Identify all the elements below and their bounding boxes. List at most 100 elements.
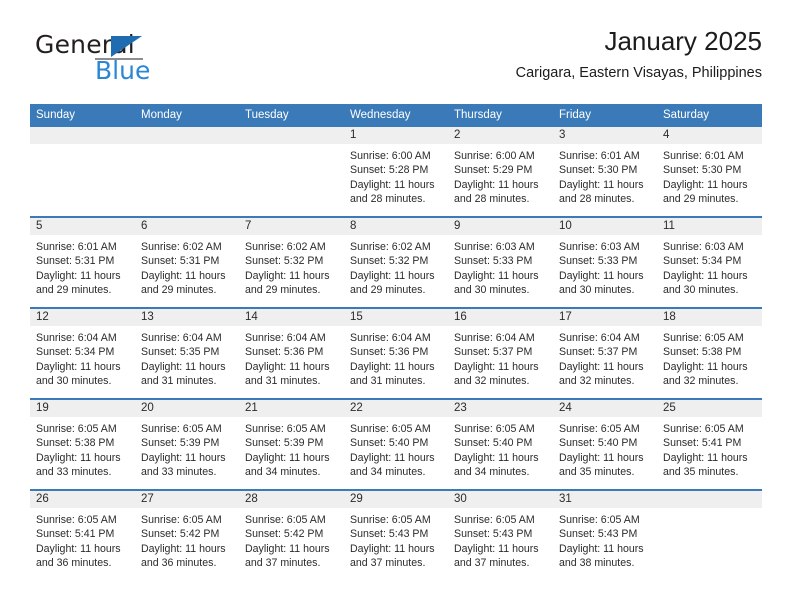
day-number: 26 <box>30 491 135 508</box>
day-cell-23[interactable]: 23 Sunrise: 6:05 AM Sunset: 5:40 PM Dayligh… <box>448 400 553 489</box>
calendar-day-cell: 31 Sunrise: 6:05 AM Sunset: 5:43 PM Dayligh… <box>553 489 657 580</box>
day-cell-21[interactable]: 21 Sunrise: 6:05 AM Sunset: 5:39 PM Dayligh… <box>239 400 344 489</box>
day-cell-17[interactable]: 17 Sunrise: 6:04 AM Sunset: 5:37 PM Dayligh… <box>553 309 657 398</box>
daylight-text: Daylight: 11 hours and 33 minutes. <box>141 451 226 479</box>
general-blue-logo[interactable]: General Blue <box>35 30 265 92</box>
calendar-day-cell: 2 Sunrise: 6:00 AM Sunset: 5:29 PM Daylight… <box>448 127 553 217</box>
day-cell-24[interactable]: 24 Sunrise: 6:05 AM Sunset: 5:40 PM Dayligh… <box>553 400 657 489</box>
daylight-text: Daylight: 11 hours and 35 minutes. <box>559 451 644 479</box>
day-cell-3[interactable]: 3 Sunrise: 6:01 AM Sunset: 5:30 PM Daylight… <box>553 127 657 216</box>
day-number: 20 <box>135 400 239 417</box>
sunset-text: Sunset: 5:30 PM <box>559 164 638 177</box>
day-number: 7 <box>239 218 344 235</box>
sunrise-text: Sunrise: 6:03 AM <box>663 241 744 253</box>
calendar-day-cell: 29 Sunrise: 6:05 AM Sunset: 5:43 PM Dayligh… <box>344 489 448 580</box>
daylight-text: Daylight: 11 hours and 38 minutes. <box>559 542 644 570</box>
day-cell-6[interactable]: 6 Sunrise: 6:02 AM Sunset: 5:31 PM Daylight… <box>135 218 239 307</box>
calendar-day-cell: 23 Sunrise: 6:05 AM Sunset: 5:40 PM Dayligh… <box>448 398 553 490</box>
daylight-text: Daylight: 11 hours and 31 minutes. <box>350 360 435 388</box>
calendar-week-row: 1 Sunrise: 6:00 AM Sunset: 5:28 PM Daylight… <box>30 127 762 217</box>
day-cell-30[interactable]: 30 Sunrise: 6:05 AM Sunset: 5:43 PM Dayligh… <box>448 491 553 580</box>
day-cell-5[interactable]: 5 Sunrise: 6:01 AM Sunset: 5:31 PM Daylight… <box>30 218 135 307</box>
day-sun-info: Sunrise: 6:05 AM Sunset: 5:42 PM Daylight:… <box>239 508 344 571</box>
day-cell-25[interactable]: 25 Sunrise: 6:05 AM Sunset: 5:41 PM Dayligh… <box>657 400 762 489</box>
day-number: 15 <box>344 309 448 326</box>
day-cell-14[interactable]: 14 Sunrise: 6:04 AM Sunset: 5:36 PM Dayligh… <box>239 309 344 398</box>
calendar-day-cell <box>30 127 135 217</box>
day-cell-2[interactable]: 2 Sunrise: 6:00 AM Sunset: 5:29 PM Daylight… <box>448 127 553 216</box>
day-number: 25 <box>657 400 762 417</box>
day-sun-info: Sunrise: 6:04 AM Sunset: 5:34 PM Daylight:… <box>30 326 135 389</box>
sunrise-text: Sunrise: 6:03 AM <box>454 241 535 253</box>
daylight-text: Daylight: 11 hours and 30 minutes. <box>36 360 121 388</box>
sunrise-text: Sunrise: 6:03 AM <box>559 241 640 253</box>
calendar-grid: Sunday Monday Tuesday Wednesday Thursday Frid… <box>30 104 762 580</box>
day-cell-13[interactable]: 13 Sunrise: 6:04 AM Sunset: 5:35 PM Dayligh… <box>135 309 239 398</box>
day-sun-info: Sunrise: 6:05 AM Sunset: 5:41 PM Daylight:… <box>657 417 762 480</box>
calendar-day-cell: 5 Sunrise: 6:01 AM Sunset: 5:31 PM Daylight… <box>30 216 135 308</box>
day-sun-info: Sunrise: 6:05 AM Sunset: 5:41 PM Daylight:… <box>30 508 135 571</box>
day-cell-1[interactable]: 1 Sunrise: 6:00 AM Sunset: 5:28 PM Daylight… <box>344 127 448 216</box>
calendar-day-cell: 28 Sunrise: 6:05 AM Sunset: 5:42 PM Dayligh… <box>239 489 344 580</box>
day-sun-info: Sunrise: 6:05 AM Sunset: 5:39 PM Daylight:… <box>239 417 344 480</box>
sunrise-text: Sunrise: 6:05 AM <box>245 423 326 435</box>
day-cell-4[interactable]: 4 Sunrise: 6:01 AM Sunset: 5:30 PM Daylight… <box>657 127 762 216</box>
day-sun-info: Sunrise: 6:05 AM Sunset: 5:40 PM Daylight:… <box>344 417 448 480</box>
day-cell-8[interactable]: 8 Sunrise: 6:02 AM Sunset: 5:32 PM Daylight… <box>344 218 448 307</box>
calendar-week-row: 12 Sunrise: 6:04 AM Sunset: 5:34 PM Dayligh… <box>30 307 762 399</box>
day-number: 5 <box>30 218 135 235</box>
day-number: 12 <box>30 309 135 326</box>
day-cell-19[interactable]: 19 Sunrise: 6:05 AM Sunset: 5:38 PM Dayligh… <box>30 400 135 489</box>
day-cell-15[interactable]: 15 Sunrise: 6:04 AM Sunset: 5:36 PM Dayligh… <box>344 309 448 398</box>
sunset-text: Sunset: 5:36 PM <box>350 346 429 359</box>
sunset-text: Sunset: 5:31 PM <box>141 255 220 268</box>
daylight-text: Daylight: 11 hours and 28 minutes. <box>350 178 435 206</box>
day-sun-info: Sunrise: 6:05 AM Sunset: 5:40 PM Daylight:… <box>553 417 657 480</box>
daylight-text: Daylight: 11 hours and 31 minutes. <box>245 360 330 388</box>
day-sun-info: Sunrise: 6:00 AM Sunset: 5:29 PM Daylight:… <box>448 144 553 207</box>
day-number: 28 <box>239 491 344 508</box>
title-block: January 2025 Carigara, Eastern Visayas, … <box>516 26 762 82</box>
sunset-text: Sunset: 5:39 PM <box>245 437 324 450</box>
day-cell-27[interactable]: 27 Sunrise: 6:05 AM Sunset: 5:42 PM Dayligh… <box>135 491 239 580</box>
day-cell-11[interactable]: 11 Sunrise: 6:03 AM Sunset: 5:34 PM Dayligh… <box>657 218 762 307</box>
calendar-day-cell: 22 Sunrise: 6:05 AM Sunset: 5:40 PM Dayligh… <box>344 398 448 490</box>
day-cell-16[interactable]: 16 Sunrise: 6:04 AM Sunset: 5:37 PM Dayligh… <box>448 309 553 398</box>
day-cell-9[interactable]: 9 Sunrise: 6:03 AM Sunset: 5:33 PM Daylight… <box>448 218 553 307</box>
calendar-day-cell: 19 Sunrise: 6:05 AM Sunset: 5:38 PM Dayligh… <box>30 398 135 490</box>
day-cell-22[interactable]: 22 Sunrise: 6:05 AM Sunset: 5:40 PM Dayligh… <box>344 400 448 489</box>
sunset-text: Sunset: 5:41 PM <box>36 528 115 541</box>
calendar-day-cell: 1 Sunrise: 6:00 AM Sunset: 5:28 PM Daylight… <box>344 127 448 217</box>
calendar-week-row: 26 Sunrise: 6:05 AM Sunset: 5:41 PM Dayligh… <box>30 489 762 580</box>
day-cell-10[interactable]: 10 Sunrise: 6:03 AM Sunset: 5:33 PM Dayligh… <box>553 218 657 307</box>
calendar-day-cell: 15 Sunrise: 6:04 AM Sunset: 5:36 PM Dayligh… <box>344 307 448 399</box>
sunrise-text: Sunrise: 6:04 AM <box>141 332 222 344</box>
day-cell-20[interactable]: 20 Sunrise: 6:05 AM Sunset: 5:39 PM Dayligh… <box>135 400 239 489</box>
day-sun-info: Sunrise: 6:04 AM Sunset: 5:35 PM Daylight:… <box>135 326 239 389</box>
blue-triangle-icon <box>111 36 142 57</box>
sunrise-text: Sunrise: 6:04 AM <box>245 332 326 344</box>
sunrise-text: Sunrise: 6:05 AM <box>245 514 326 526</box>
day-number: 11 <box>657 218 762 235</box>
calendar-day-cell: 9 Sunrise: 6:03 AM Sunset: 5:33 PM Daylight… <box>448 216 553 308</box>
daylight-text: Daylight: 11 hours and 30 minutes. <box>454 269 539 297</box>
day-sun-info: Sunrise: 6:01 AM Sunset: 5:30 PM Daylight:… <box>657 144 762 207</box>
day-cell-18[interactable]: 18 Sunrise: 6:05 AM Sunset: 5:38 PM Dayligh… <box>657 309 762 398</box>
day-sun-info: Sunrise: 6:02 AM Sunset: 5:32 PM Daylight:… <box>239 235 344 298</box>
day-sun-info: Sunrise: 6:04 AM Sunset: 5:37 PM Daylight:… <box>553 326 657 389</box>
day-cell-28[interactable]: 28 Sunrise: 6:05 AM Sunset: 5:42 PM Dayligh… <box>239 491 344 580</box>
day-cell-26[interactable]: 26 Sunrise: 6:05 AM Sunset: 5:41 PM Dayligh… <box>30 491 135 580</box>
weekday-header-tuesday: Tuesday <box>239 104 344 127</box>
sunset-text: Sunset: 5:29 PM <box>454 164 533 177</box>
day-cell-7[interactable]: 7 Sunrise: 6:02 AM Sunset: 5:32 PM Daylight… <box>239 218 344 307</box>
weekday-header-friday: Friday <box>553 104 657 127</box>
calendar-day-cell: 13 Sunrise: 6:04 AM Sunset: 5:35 PM Dayligh… <box>135 307 239 399</box>
day-number: 23 <box>448 400 553 417</box>
day-cell-12[interactable]: 12 Sunrise: 6:04 AM Sunset: 5:34 PM Dayligh… <box>30 309 135 398</box>
day-cell-31[interactable]: 31 Sunrise: 6:05 AM Sunset: 5:43 PM Dayligh… <box>553 491 657 580</box>
daylight-text: Daylight: 11 hours and 36 minutes. <box>36 542 121 570</box>
day-sun-info: Sunrise: 6:02 AM Sunset: 5:32 PM Daylight:… <box>344 235 448 298</box>
calendar-day-cell: 20 Sunrise: 6:05 AM Sunset: 5:39 PM Dayligh… <box>135 398 239 490</box>
sunset-text: Sunset: 5:37 PM <box>454 346 533 359</box>
day-cell-29[interactable]: 29 Sunrise: 6:05 AM Sunset: 5:43 PM Dayligh… <box>344 491 448 580</box>
